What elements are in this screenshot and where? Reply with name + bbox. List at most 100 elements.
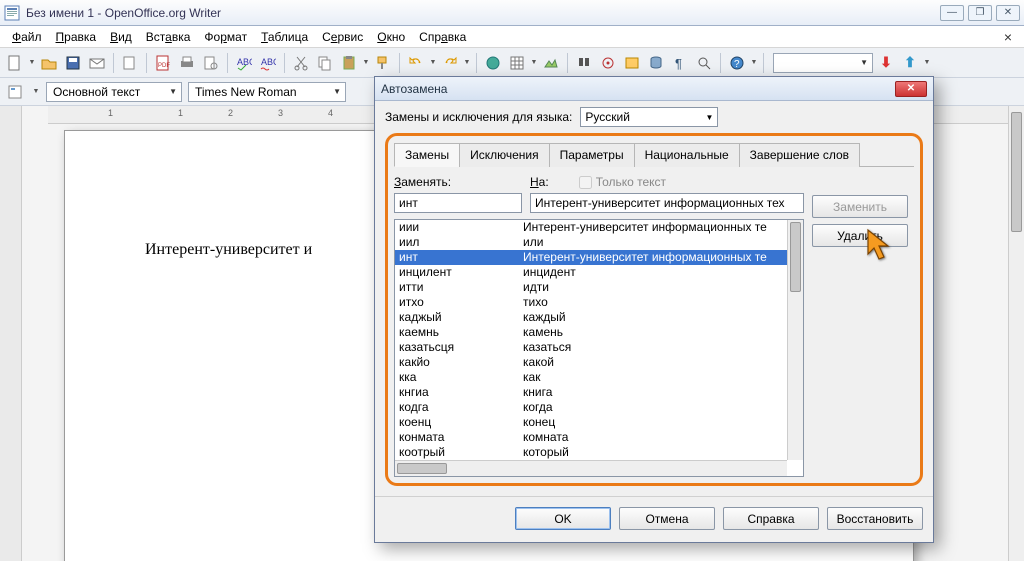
undo-icon[interactable] bbox=[405, 52, 427, 74]
redo-icon[interactable] bbox=[439, 52, 461, 74]
arrow-up-icon[interactable]: ⬆ bbox=[899, 52, 921, 74]
hyperlink-icon[interactable] bbox=[482, 52, 504, 74]
svg-text:ABC: ABC bbox=[261, 57, 276, 67]
close-button[interactable]: ✕ bbox=[996, 5, 1020, 21]
language-label: Замены и исключения для языка: bbox=[385, 110, 572, 124]
tab-wordcompletion[interactable]: Завершение слов bbox=[739, 143, 860, 167]
tab-options[interactable]: Параметры bbox=[549, 143, 635, 167]
list-row[interactable]: каджыйкаждый bbox=[395, 310, 787, 325]
menu-file[interactable]: Файл bbox=[6, 28, 48, 46]
nonprint-icon[interactable]: ¶ bbox=[669, 52, 691, 74]
dialog-close-button[interactable]: ✕ bbox=[895, 81, 927, 97]
list-row[interactable]: ккакак bbox=[395, 370, 787, 385]
list-row[interactable]: инцилентинцидент bbox=[395, 265, 787, 280]
help-icon[interactable]: ? bbox=[726, 52, 748, 74]
preview-icon[interactable] bbox=[200, 52, 222, 74]
table-dropdown[interactable]: ▼ bbox=[530, 59, 538, 66]
more-dropdown[interactable]: ▼ bbox=[750, 59, 758, 66]
list-row[interactable]: кнгиакнига bbox=[395, 385, 787, 400]
list-vscroll[interactable] bbox=[787, 220, 803, 460]
print-icon[interactable] bbox=[176, 52, 198, 74]
menubar: Файл Правка Вид Вставка Формат Таблица С… bbox=[0, 26, 1024, 48]
ok-button[interactable]: OK bbox=[515, 507, 611, 530]
language-value: Русский bbox=[585, 110, 630, 124]
cut-icon[interactable] bbox=[290, 52, 312, 74]
replace-input[interactable] bbox=[394, 193, 522, 213]
list-row[interactable]: казатьсцяказаться bbox=[395, 340, 787, 355]
copy-icon[interactable] bbox=[314, 52, 336, 74]
list-row[interactable]: иттиидти bbox=[395, 280, 787, 295]
save-icon[interactable] bbox=[62, 52, 84, 74]
doc-close-icon[interactable]: × bbox=[998, 29, 1018, 45]
language-combo[interactable]: Русский ▼ bbox=[580, 107, 718, 127]
zoom-icon[interactable] bbox=[693, 52, 715, 74]
replace-button[interactable]: Заменить bbox=[812, 195, 908, 218]
paste-icon[interactable] bbox=[338, 52, 360, 74]
list-row[interactable]: иилили bbox=[395, 235, 787, 250]
menu-edit[interactable]: Правка bbox=[50, 28, 103, 46]
list-row[interactable]: каемнькамень bbox=[395, 325, 787, 340]
only-text-checkbox[interactable]: Только текст bbox=[579, 175, 666, 189]
show-draw-icon[interactable] bbox=[540, 52, 562, 74]
undo-dropdown[interactable]: ▼ bbox=[429, 59, 437, 66]
autospell-icon[interactable]: ABC bbox=[257, 52, 279, 74]
paste-dropdown[interactable]: ▼ bbox=[362, 59, 370, 66]
dialog-titlebar[interactable]: Автозамена ✕ bbox=[375, 77, 933, 101]
list-row[interactable]: кодгакогда bbox=[395, 400, 787, 415]
list-row[interactable]: коотрыйкоторый bbox=[395, 445, 787, 460]
styles-dropdown[interactable]: ▼ bbox=[32, 88, 40, 95]
styles-icon[interactable] bbox=[4, 81, 26, 103]
list-row[interactable]: какйокакой bbox=[395, 355, 787, 370]
datasource-icon[interactable] bbox=[645, 52, 667, 74]
open-icon[interactable] bbox=[38, 52, 60, 74]
pdf-icon[interactable]: PDF bbox=[152, 52, 174, 74]
font-name-combo[interactable]: Times New Roman▼ bbox=[188, 82, 346, 102]
gallery-icon[interactable] bbox=[621, 52, 643, 74]
redo-dropdown[interactable]: ▼ bbox=[463, 59, 471, 66]
autocorrect-dialog: Автозамена ✕ Замены и исключения для язы… bbox=[374, 76, 934, 543]
menu-tools[interactable]: Сервис bbox=[316, 28, 369, 46]
menu-help[interactable]: Справка bbox=[413, 28, 472, 46]
toolbar-overflow[interactable]: ▼ bbox=[923, 59, 931, 66]
navigator-icon[interactable] bbox=[597, 52, 619, 74]
new-dropdown[interactable]: ▼ bbox=[28, 59, 36, 66]
menu-view[interactable]: Вид bbox=[104, 28, 138, 46]
vertical-ruler bbox=[0, 106, 22, 561]
reset-button[interactable]: Восстановить bbox=[827, 507, 923, 530]
menu-table[interactable]: Таблица bbox=[255, 28, 314, 46]
dialog-footer: OK Отмена Справка Восстановить bbox=[375, 496, 933, 542]
list-hscroll[interactable] bbox=[395, 460, 787, 476]
tab-localized[interactable]: Национальные bbox=[634, 143, 740, 167]
tab-replace[interactable]: Замены bbox=[394, 143, 460, 167]
list-row[interactable]: интИнтерент-университет информационных т… bbox=[395, 250, 787, 265]
vertical-scrollbar[interactable] bbox=[1008, 106, 1024, 561]
maximize-button[interactable]: ❐ bbox=[968, 5, 992, 21]
svg-text:?: ? bbox=[734, 59, 740, 70]
menu-window[interactable]: Окно bbox=[371, 28, 411, 46]
list-row[interactable]: итхотихо bbox=[395, 295, 787, 310]
edit-icon[interactable] bbox=[119, 52, 141, 74]
delete-button[interactable]: Удалить bbox=[812, 224, 908, 247]
email-icon[interactable] bbox=[86, 52, 108, 74]
highlight-annotation: Замены Исключения Параметры Национальные… bbox=[385, 133, 923, 486]
format-paint-icon[interactable] bbox=[372, 52, 394, 74]
new-icon[interactable] bbox=[4, 52, 26, 74]
menu-insert[interactable]: Вставка bbox=[140, 28, 197, 46]
with-input[interactable] bbox=[530, 193, 804, 213]
menu-format[interactable]: Формат bbox=[198, 28, 253, 46]
arrow-down-icon[interactable]: ⬇ bbox=[875, 52, 897, 74]
minimize-button[interactable]: — bbox=[940, 5, 964, 21]
tab-exceptions[interactable]: Исключения bbox=[459, 143, 550, 167]
replacement-list[interactable]: иииИнтерент-университет информационных т… bbox=[394, 219, 804, 477]
titlebar: Без имени 1 - OpenOffice.org Writer — ❐ … bbox=[0, 0, 1024, 26]
table-icon[interactable] bbox=[506, 52, 528, 74]
list-row[interactable]: коенцконец bbox=[395, 415, 787, 430]
paragraph-style-combo[interactable]: Основной текст▼ bbox=[46, 82, 182, 102]
help-button[interactable]: Справка bbox=[723, 507, 819, 530]
find-icon[interactable] bbox=[573, 52, 595, 74]
list-row[interactable]: иииИнтерент-университет информационных т… bbox=[395, 220, 787, 235]
style-selector-icon[interactable]: ▼ bbox=[773, 53, 873, 73]
list-row[interactable]: конматакомната bbox=[395, 430, 787, 445]
cancel-button[interactable]: Отмена bbox=[619, 507, 715, 530]
spellcheck-icon[interactable]: ABC bbox=[233, 52, 255, 74]
